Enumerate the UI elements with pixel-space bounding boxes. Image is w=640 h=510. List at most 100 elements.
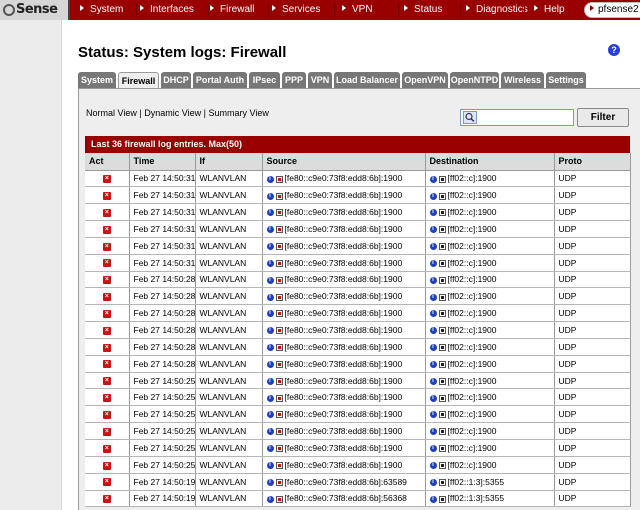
info-icon[interactable]: i bbox=[266, 445, 274, 453]
block-action-icon[interactable]: × bbox=[102, 410, 111, 419]
block-action-icon[interactable]: × bbox=[102, 293, 111, 302]
info-icon[interactable]: i bbox=[266, 377, 274, 385]
block-action-icon[interactable]: × bbox=[102, 478, 111, 487]
block-action-icon[interactable]: × bbox=[102, 309, 111, 318]
info-icon[interactable]: i bbox=[429, 360, 437, 368]
block-action-icon[interactable]: × bbox=[102, 175, 111, 184]
block-action-icon[interactable]: × bbox=[102, 427, 111, 436]
pass-destination-icon[interactable] bbox=[438, 243, 446, 251]
tab-portal-auth[interactable]: Portal Auth bbox=[193, 72, 247, 88]
block-action-icon[interactable]: × bbox=[102, 326, 111, 335]
info-icon[interactable]: i bbox=[266, 327, 274, 335]
info-icon[interactable]: i bbox=[266, 411, 274, 419]
info-icon[interactable]: i bbox=[429, 478, 437, 486]
tab-openntpd[interactable]: OpenNTPD bbox=[450, 72, 499, 88]
normal-view-link[interactable]: Normal View bbox=[86, 108, 137, 118]
block-action-icon[interactable]: × bbox=[102, 343, 111, 352]
filter-input[interactable] bbox=[479, 111, 571, 124]
pass-destination-icon[interactable] bbox=[438, 462, 446, 470]
info-icon[interactable]: i bbox=[429, 344, 437, 352]
hostname-badge[interactable]: pfsense2 bbox=[584, 2, 640, 18]
tab-ppp[interactable]: PPP bbox=[282, 72, 306, 88]
pass-destination-icon[interactable] bbox=[438, 192, 446, 200]
info-icon[interactable]: i bbox=[429, 192, 437, 200]
info-icon[interactable]: i bbox=[266, 276, 274, 284]
block-action-icon[interactable]: × bbox=[102, 394, 111, 403]
info-icon[interactable]: i bbox=[429, 243, 437, 251]
info-icon[interactable]: i bbox=[429, 175, 437, 183]
summary-view-link[interactable]: Summary View bbox=[208, 108, 268, 118]
nav-status[interactable]: Status bbox=[404, 0, 442, 20]
pass-destination-icon[interactable] bbox=[438, 310, 446, 318]
pass-destination-icon[interactable] bbox=[438, 276, 446, 284]
tab-ipsec[interactable]: IPsec bbox=[249, 72, 280, 88]
block-action-icon[interactable]: × bbox=[102, 377, 111, 386]
info-icon[interactable]: i bbox=[266, 394, 274, 402]
block-source-icon[interactable] bbox=[275, 259, 283, 267]
info-icon[interactable]: i bbox=[266, 495, 274, 503]
pass-destination-icon[interactable] bbox=[438, 495, 446, 503]
dynamic-view-link[interactable]: Dynamic View bbox=[144, 108, 201, 118]
block-action-icon[interactable]: × bbox=[102, 225, 111, 234]
block-action-icon[interactable]: × bbox=[102, 192, 111, 201]
block-source-icon[interactable] bbox=[275, 293, 283, 301]
info-icon[interactable]: i bbox=[429, 259, 437, 267]
nav-diagnostics[interactable]: Diagnostics bbox=[466, 0, 528, 20]
nav-services[interactable]: Services bbox=[272, 0, 320, 20]
nav-interfaces[interactable]: Interfaces bbox=[140, 0, 194, 20]
block-action-icon[interactable]: × bbox=[102, 444, 111, 453]
pass-destination-icon[interactable] bbox=[438, 478, 446, 486]
pass-destination-icon[interactable] bbox=[438, 293, 446, 301]
block-source-icon[interactable] bbox=[275, 276, 283, 284]
filter-button[interactable]: Filter bbox=[577, 108, 629, 127]
block-source-icon[interactable] bbox=[275, 411, 283, 419]
nav-vpn[interactable]: VPN bbox=[342, 0, 373, 20]
info-icon[interactable]: i bbox=[266, 175, 274, 183]
pass-destination-icon[interactable] bbox=[438, 259, 446, 267]
info-icon[interactable]: i bbox=[266, 360, 274, 368]
block-source-icon[interactable] bbox=[275, 209, 283, 217]
tab-firewall[interactable]: Firewall bbox=[118, 72, 159, 89]
info-icon[interactable]: i bbox=[429, 428, 437, 436]
nav-help[interactable]: Help bbox=[534, 0, 565, 20]
info-icon[interactable]: i bbox=[429, 226, 437, 234]
block-source-icon[interactable] bbox=[275, 495, 283, 503]
info-icon[interactable]: i bbox=[266, 192, 274, 200]
block-action-icon[interactable]: × bbox=[102, 495, 111, 504]
block-action-icon[interactable]: × bbox=[102, 208, 111, 217]
info-icon[interactable]: i bbox=[266, 344, 274, 352]
info-icon[interactable]: i bbox=[429, 495, 437, 503]
info-icon[interactable]: i bbox=[266, 209, 274, 217]
pass-destination-icon[interactable] bbox=[438, 327, 446, 335]
info-icon[interactable]: i bbox=[429, 462, 437, 470]
block-source-icon[interactable] bbox=[275, 445, 283, 453]
nav-system[interactable]: System bbox=[80, 0, 123, 20]
pass-destination-icon[interactable] bbox=[438, 428, 446, 436]
block-action-icon[interactable]: × bbox=[102, 360, 111, 369]
block-source-icon[interactable] bbox=[275, 243, 283, 251]
pass-destination-icon[interactable] bbox=[438, 344, 446, 352]
tab-openvpn[interactable]: OpenVPN bbox=[402, 72, 448, 88]
info-icon[interactable]: i bbox=[266, 428, 274, 436]
block-source-icon[interactable] bbox=[275, 478, 283, 486]
pfsense-logo[interactable]: Sense bbox=[0, 0, 70, 20]
pass-destination-icon[interactable] bbox=[438, 411, 446, 419]
info-icon[interactable]: i bbox=[429, 394, 437, 402]
block-action-icon[interactable]: × bbox=[102, 276, 111, 285]
info-icon[interactable]: i bbox=[266, 310, 274, 318]
info-icon[interactable]: i bbox=[429, 445, 437, 453]
pass-destination-icon[interactable] bbox=[438, 377, 446, 385]
info-icon[interactable]: i bbox=[266, 478, 274, 486]
pass-destination-icon[interactable] bbox=[438, 445, 446, 453]
block-source-icon[interactable] bbox=[275, 344, 283, 352]
block-source-icon[interactable] bbox=[275, 175, 283, 183]
info-icon[interactable]: i bbox=[429, 209, 437, 217]
info-icon[interactable]: i bbox=[429, 411, 437, 419]
nav-firewall[interactable]: Firewall bbox=[210, 0, 254, 20]
info-icon[interactable]: i bbox=[266, 226, 274, 234]
info-icon[interactable]: i bbox=[429, 377, 437, 385]
tab-system[interactable]: System bbox=[78, 72, 116, 88]
block-action-icon[interactable]: × bbox=[102, 242, 111, 251]
tab-vpn[interactable]: VPN bbox=[308, 72, 332, 88]
tab-dhcp[interactable]: DHCP bbox=[161, 72, 191, 88]
